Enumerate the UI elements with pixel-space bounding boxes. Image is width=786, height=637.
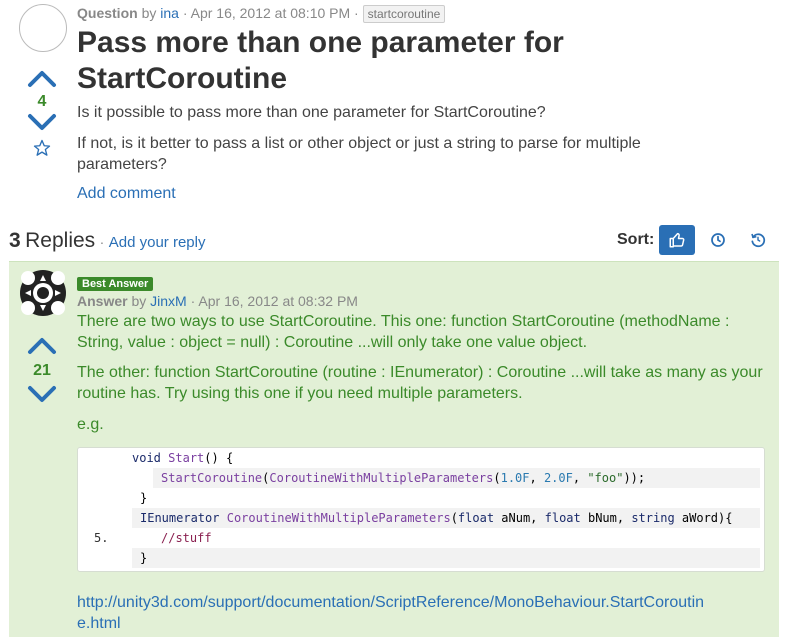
post-type-label: Answer [77, 293, 128, 309]
code-line-4: IEnumerator CoroutineWithMultipleParamet… [132, 508, 760, 528]
code-line-3: } [140, 491, 148, 505]
question-author-link[interactable]: ina [160, 5, 179, 21]
question-meta: Question by ina · Apr 16, 2012 at 08:10 … [77, 5, 446, 23]
line-number: 5. [94, 531, 109, 545]
code-block: void Start() { StartCoroutine(CoroutineW… [77, 447, 765, 572]
downvote-icon[interactable] [26, 384, 58, 404]
clock-icon [711, 233, 725, 247]
question-vote-column: 4 [22, 68, 62, 162]
best-answer-badge-row: Best Answer [77, 274, 154, 292]
code-line-1: void Start() { [132, 451, 234, 465]
add-comment-link[interactable]: Add comment [77, 185, 176, 203]
question-paragraph-1: Is it possible to pass more than one par… [77, 104, 546, 121]
answer-author-link[interactable]: JinxM [150, 293, 187, 309]
question-author-avatar[interactable] [19, 4, 67, 52]
question-paragraph-2: If not, is it better to pass a list or o… [77, 135, 641, 173]
answer-vote-column: 21 [22, 335, 62, 409]
replies-label: Replies [25, 229, 96, 252]
replies-header: 3 Replies · Add your reply [9, 229, 205, 253]
by-text: by [141, 5, 157, 21]
upvote-icon[interactable] [26, 68, 58, 88]
favorite-star-icon[interactable] [33, 139, 51, 157]
upvote-icon[interactable] [26, 335, 58, 355]
answer-paragraph-1: There are two ways to use StartCoroutine… [77, 313, 730, 351]
sort-by-votes-button[interactable] [659, 225, 695, 255]
by-text: by [131, 293, 147, 309]
history-icon [751, 233, 766, 248]
sort-by-activity-button[interactable] [740, 225, 776, 255]
tag-startcoroutine[interactable]: startcoroutine [362, 5, 446, 23]
replies-count: 3 [9, 229, 21, 252]
code-line-6: } [132, 548, 760, 568]
code-line-5: 5. //stuff [78, 528, 764, 548]
answer-author-avatar[interactable] [19, 269, 67, 317]
reference-url-link[interactable]: http://unity3d.com/support/documentation… [77, 592, 767, 634]
add-reply-link[interactable]: Add your reply [109, 234, 206, 251]
question-vote-count: 4 [37, 93, 47, 110]
sort-by-date-button[interactable] [700, 225, 736, 255]
answer-meta: Answer by JinxM · Apr 16, 2012 at 08:32 … [77, 293, 358, 309]
code-line-2: StartCoroutine(CoroutineWithMultiplePara… [153, 468, 760, 488]
answer-paragraph-2: The other: function StartCoroutine (rout… [77, 364, 763, 402]
best-answer-badge: Best Answer [77, 277, 154, 291]
thumbs-up-icon [669, 232, 685, 248]
downvote-icon[interactable] [26, 112, 58, 132]
question-date: · Apr 16, 2012 at 08:10 PM · [182, 5, 359, 21]
question-title: Pass more than one parameter for StartCo… [77, 26, 564, 95]
answer-paragraph-3: e.g. [77, 416, 104, 433]
sort-label: Sort: [617, 231, 655, 248]
replies-separator: · [99, 234, 105, 250]
answer-vote-count: 21 [33, 362, 51, 379]
answer-date: · Apr 16, 2012 at 08:32 PM [190, 293, 358, 309]
post-type-label: Question [77, 5, 138, 21]
